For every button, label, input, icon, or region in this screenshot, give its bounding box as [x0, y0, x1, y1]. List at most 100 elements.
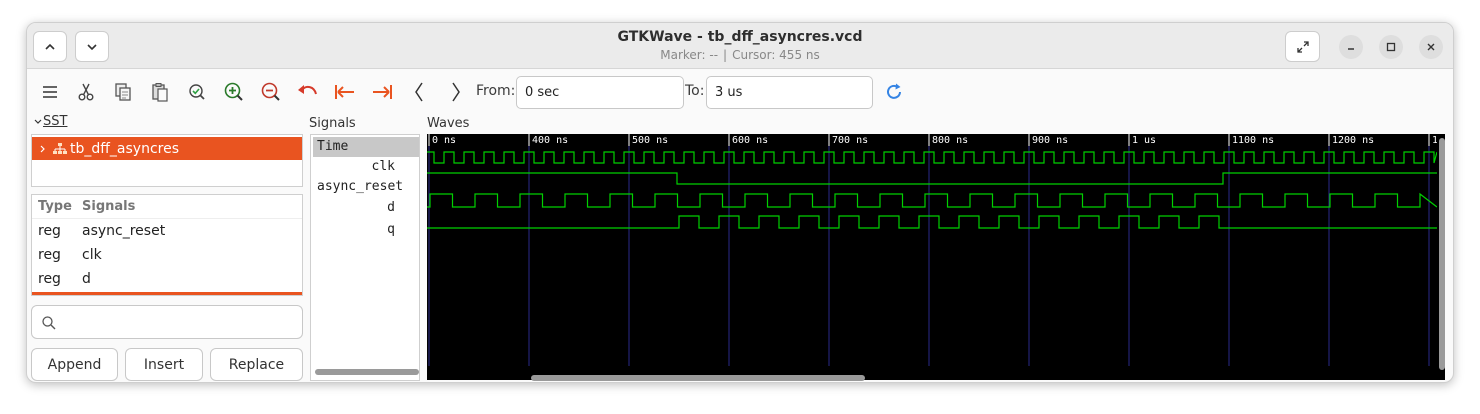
signals-list: Time clk async_reset d q	[310, 134, 420, 381]
jump-to-end-button[interactable]	[370, 80, 394, 104]
zoom-in-button[interactable]	[222, 80, 246, 104]
table-row[interactable]: reg async_reset	[32, 219, 302, 243]
window-subtitle: Marker: -- | Cursor: 455 ns	[27, 48, 1453, 62]
waveform-display[interactable]: 0 ns 400 ns 500 ns 600 ns 700 ns 800 ns 900 ns…	[427, 134, 1445, 380]
reload-button[interactable]	[882, 80, 906, 104]
signal-list: Type Signals reg async_reset reg clk reg…	[31, 194, 303, 296]
undo-icon	[298, 85, 317, 95]
chevron-right-icon	[452, 82, 460, 102]
search-icon	[42, 316, 56, 330]
table-row[interactable]: reg clk	[32, 243, 302, 267]
close-icon	[1427, 43, 1435, 51]
main-window: GTKWave - tb_dff_asyncres.vcd Marker: --…	[26, 22, 1454, 383]
zoom-out-button[interactable]	[259, 80, 283, 104]
signal-name: async_reset	[82, 223, 166, 239]
ruler-tick-label: 1300 ns	[1432, 135, 1437, 146]
signal-type: reg	[38, 223, 61, 239]
expander-down-icon	[34, 119, 42, 124]
replace-button[interactable]: Replace	[210, 348, 303, 381]
ruler-tick-label: 800 ns	[932, 135, 968, 146]
signal-type: reg	[38, 247, 61, 263]
next-edge-button[interactable]	[444, 80, 468, 104]
minimize-icon	[1348, 48, 1354, 50]
sst-tree-item-label: tb_dff_asyncres	[70, 140, 179, 157]
reload-icon	[887, 83, 901, 99]
sst-expander[interactable]: SST	[33, 114, 67, 129]
paste-button[interactable]	[148, 80, 172, 104]
to-label: To:	[685, 83, 705, 99]
zoom-fit-button[interactable]	[185, 80, 209, 104]
zoom-in-icon	[224, 82, 243, 101]
sst-tree-item[interactable]: tb_dff_asyncres	[32, 137, 302, 160]
fullscreen-button[interactable]	[1285, 31, 1320, 62]
ruler-tick-label: 600 ns	[732, 135, 768, 146]
signal-name: d	[82, 271, 91, 287]
from-label: From:	[476, 83, 516, 99]
ruler-tick-label: 900 ns	[1032, 135, 1068, 146]
copy-button[interactable]	[111, 80, 135, 104]
expander-right-icon	[40, 145, 45, 152]
waveform-canvas[interactable]: 0 ns 400 ns 500 ns 600 ns 700 ns 800 ns 900 ns…	[427, 134, 1437, 366]
signals-horizontal-scrollbar[interactable]	[315, 369, 419, 375]
sst-label: SST	[43, 114, 68, 129]
from-time-field[interactable]: 0 sec	[516, 76, 684, 109]
signal-type: reg	[38, 271, 61, 287]
chevron-left-icon	[415, 82, 423, 102]
cursor-readout: Cursor: 455 ns	[732, 48, 820, 62]
signal-row-clk[interactable]: clk	[313, 157, 419, 177]
insert-button[interactable]: Insert	[125, 348, 203, 381]
previous-edge-button[interactable]	[407, 80, 431, 104]
subtitle-separator: |	[723, 48, 728, 62]
marker-readout: Marker: --	[660, 48, 719, 62]
trace-clk	[427, 151, 1437, 164]
trace-async-reset	[427, 172, 1437, 185]
signals-column-header[interactable]: Signals	[78, 199, 135, 214]
copy-icon	[115, 83, 131, 101]
maximize-button[interactable]	[1379, 35, 1403, 59]
sst-pane: SST tb_dff_asyncres Type Signals reg asy…	[27, 114, 307, 382]
signal-row-async-reset[interactable]: async_reset	[313, 177, 419, 197]
close-button[interactable]	[1419, 35, 1443, 59]
zoom-fit-icon	[189, 84, 205, 100]
module-tree-icon	[53, 142, 67, 154]
cut-button[interactable]	[74, 80, 98, 104]
trace-q	[427, 215, 1437, 229]
menu-button[interactable]	[38, 80, 62, 104]
undo-zoom-button[interactable]	[296, 80, 320, 104]
to-time-field[interactable]: 3 us	[706, 76, 873, 109]
ruler-tick-label: 1200 ns	[1332, 135, 1374, 146]
signals-pane: Signals Time clk async_reset d q	[308, 114, 422, 382]
waves-pane-title: Waves	[427, 116, 470, 131]
ruler-tick-label: 0 ns	[432, 135, 456, 146]
time-row-label[interactable]: Time	[313, 137, 419, 157]
ruler-tick-label: 1 us	[1132, 135, 1156, 146]
time-ruler: 0 ns 400 ns 500 ns 600 ns 700 ns 800 ns 900 ns…	[427, 134, 1437, 146]
window-title: GTKWave - tb_dff_asyncres.vcd	[617, 29, 863, 45]
signal-search-input[interactable]	[31, 305, 303, 339]
maximize-icon	[1386, 42, 1396, 52]
signal-name: clk	[82, 247, 102, 263]
sst-tree: tb_dff_asyncres	[31, 134, 303, 187]
signal-row-d[interactable]: d	[313, 198, 419, 218]
ruler-tick-label: 700 ns	[832, 135, 868, 146]
time-grid	[428, 146, 1430, 366]
append-button[interactable]: Append	[31, 348, 118, 381]
waves-horizontal-scrollbar[interactable]	[531, 375, 865, 381]
waves-pane: Waves 0 ns 400 ns 500 ns 600 ns 700 ns 800 ns…	[423, 114, 1453, 382]
jump-to-start-button[interactable]	[333, 80, 357, 104]
jump-end-icon	[373, 85, 392, 99]
table-row[interactable]: reg d	[32, 267, 302, 291]
toolbar: From: 0 sec To: 3 us	[27, 70, 1453, 114]
waves-vertical-scrollbar[interactable]	[1439, 138, 1445, 370]
signal-list-scroll-indicator	[32, 292, 302, 295]
type-column-header[interactable]: Type	[32, 199, 78, 214]
hamburger-menu-icon	[43, 86, 57, 98]
zoom-out-icon	[261, 82, 280, 101]
paste-icon	[152, 83, 168, 102]
jump-start-icon	[335, 85, 354, 99]
signal-row-q[interactable]: q	[313, 220, 419, 240]
signals-pane-title: Signals	[309, 116, 356, 131]
ruler-tick-label: 1100 ns	[1232, 135, 1274, 146]
signal-list-header: Type Signals	[32, 195, 302, 219]
minimize-button[interactable]	[1339, 35, 1363, 59]
